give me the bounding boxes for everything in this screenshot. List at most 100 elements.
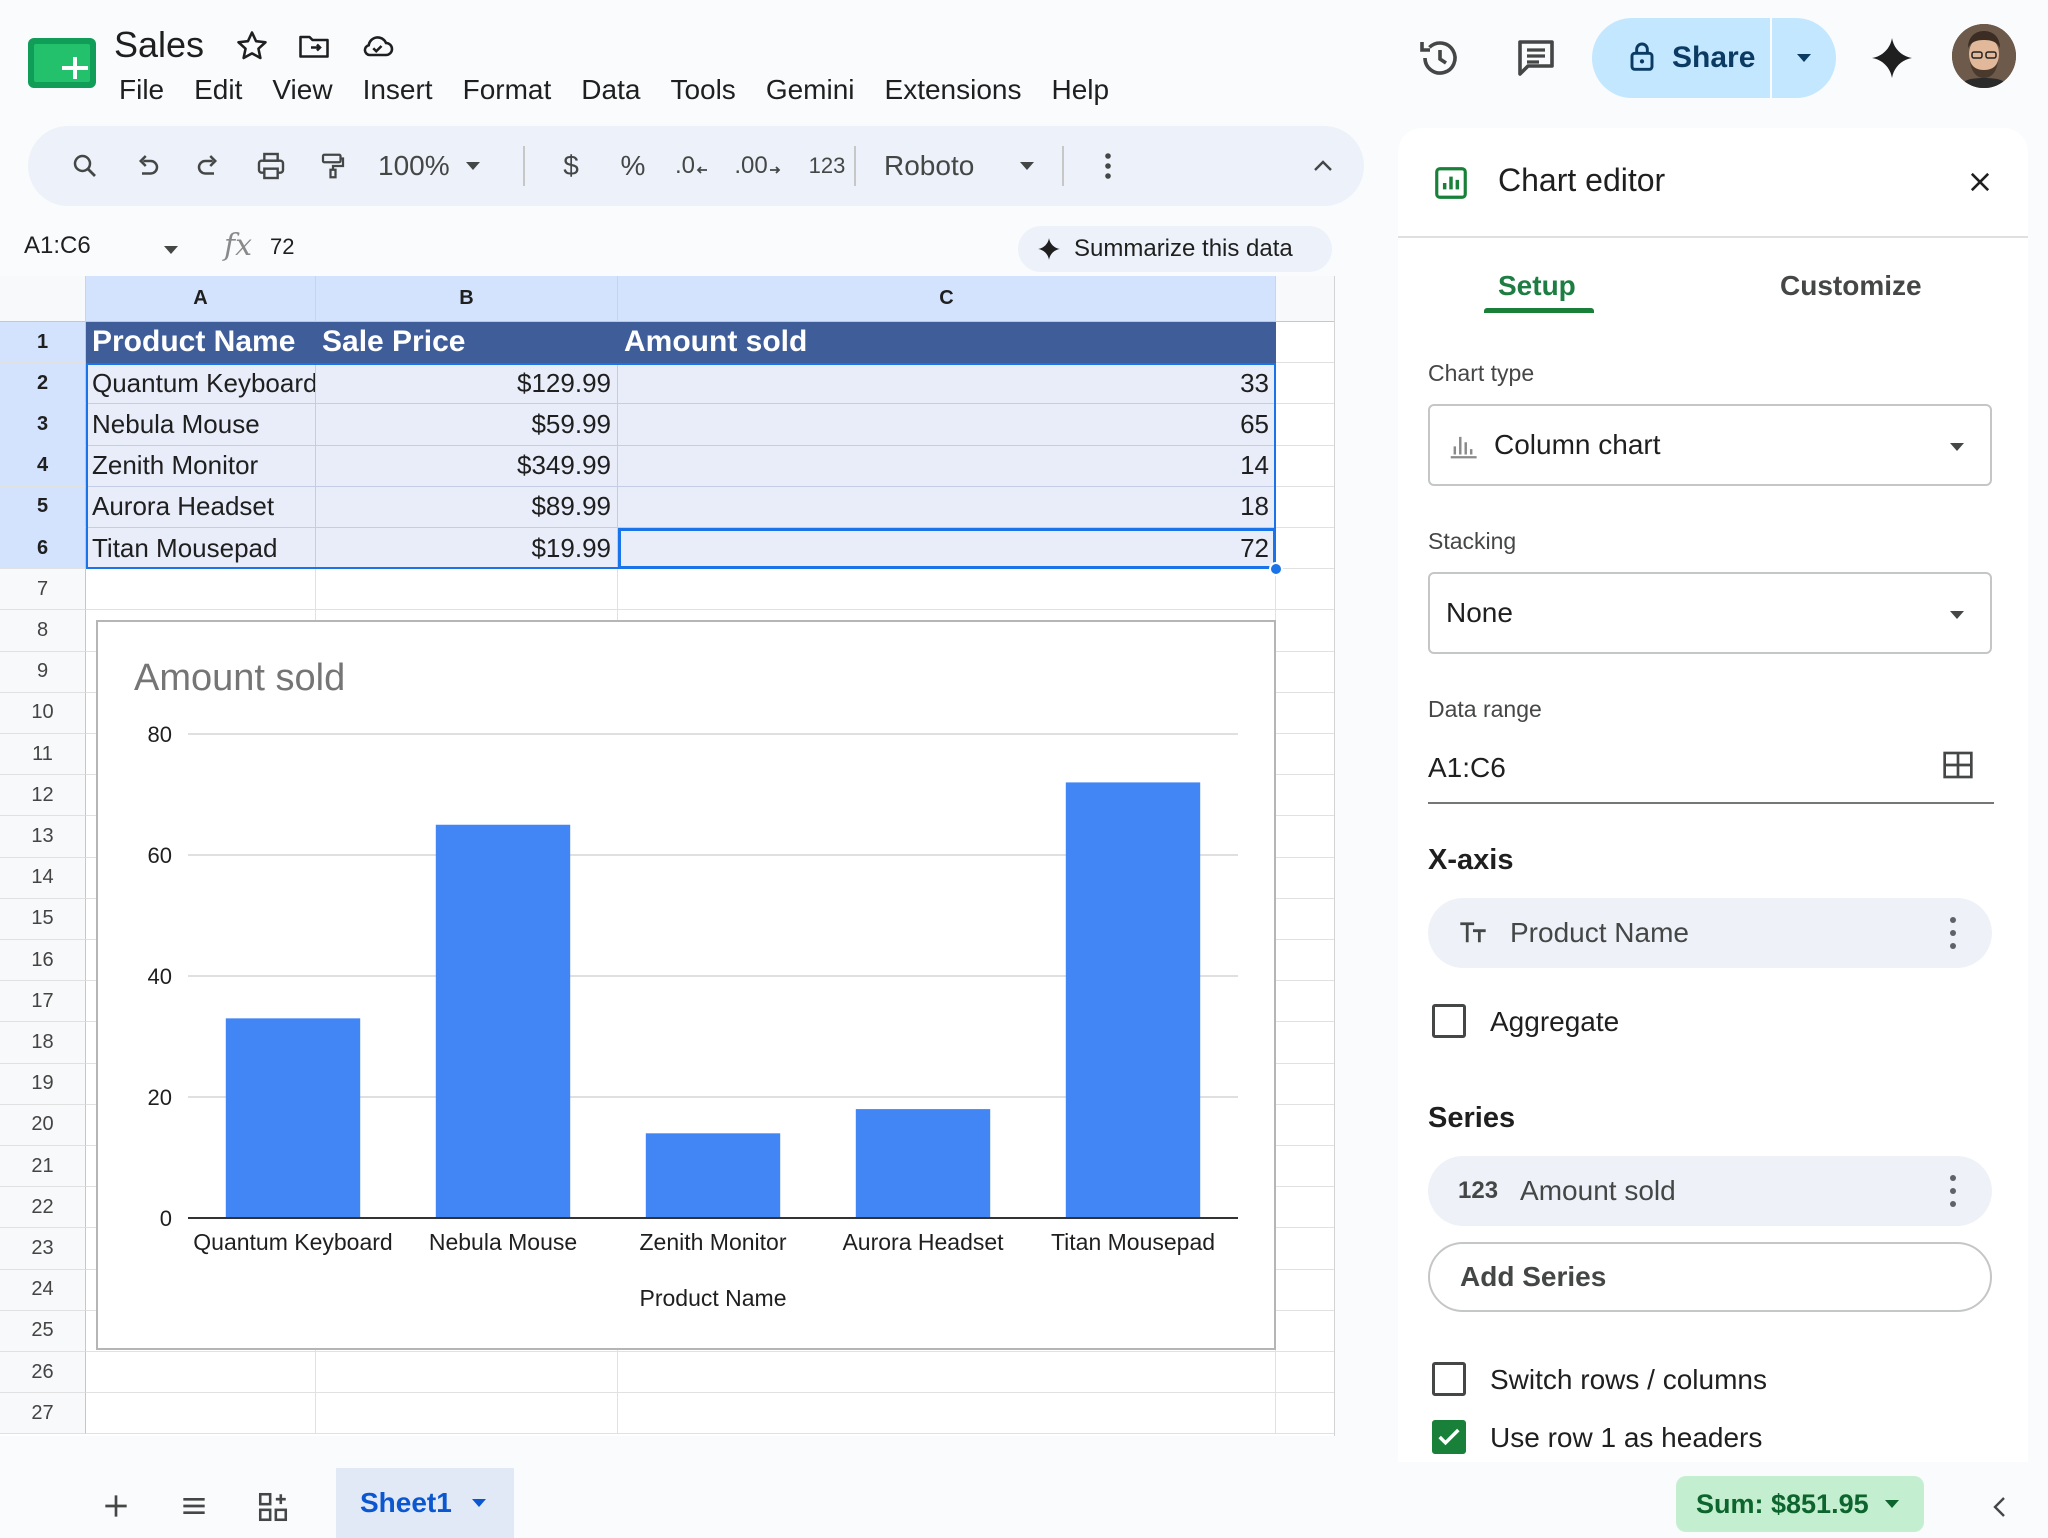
table-cell[interactable]: Nebula Mouse bbox=[86, 404, 316, 446]
row-header[interactable]: 24 bbox=[0, 1269, 86, 1311]
grid-cell[interactable] bbox=[1276, 569, 1336, 611]
row-header[interactable]: 11 bbox=[0, 734, 86, 776]
row-header[interactable]: 9 bbox=[0, 651, 86, 693]
grid-cell[interactable] bbox=[86, 569, 316, 611]
chart-type-select[interactable]: Column chart bbox=[1428, 404, 1992, 486]
grid-cell[interactable] bbox=[1276, 1146, 1336, 1188]
row-header[interactable]: 15 bbox=[0, 898, 86, 940]
grid-cell[interactable] bbox=[1276, 981, 1336, 1023]
table-cell[interactable]: 14 bbox=[618, 445, 1276, 487]
grid-cell[interactable] bbox=[1276, 1352, 1336, 1394]
select-all-corner[interactable] bbox=[0, 276, 86, 322]
grid-cell[interactable] bbox=[1276, 486, 1336, 528]
format-percent-button[interactable]: % bbox=[608, 126, 658, 206]
header-cell[interactable]: Product Name bbox=[86, 322, 316, 364]
row-header[interactable]: 22 bbox=[0, 1187, 86, 1229]
table-cell[interactable]: $89.99 bbox=[316, 486, 618, 528]
row-header[interactable]: 10 bbox=[0, 692, 86, 734]
menu-tools[interactable]: Tools bbox=[655, 70, 750, 110]
collapse-toolbar-button[interactable] bbox=[1298, 126, 1348, 206]
avatar[interactable] bbox=[1952, 24, 2016, 88]
sum-chip[interactable]: Sum: $851.95 bbox=[1676, 1476, 1924, 1532]
row-header[interactable]: 16 bbox=[0, 940, 86, 982]
name-box[interactable]: A1:C6 bbox=[24, 232, 91, 260]
grid-cell[interactable] bbox=[316, 1393, 618, 1435]
add-series-button[interactable]: Add Series bbox=[1428, 1242, 1992, 1312]
grid-cell[interactable] bbox=[1276, 1187, 1336, 1229]
column-header-b[interactable]: B bbox=[316, 276, 618, 322]
column-header-a[interactable]: A bbox=[86, 276, 316, 322]
table-cell[interactable]: Zenith Monitor bbox=[86, 445, 316, 487]
menu-edit[interactable]: Edit bbox=[179, 70, 257, 110]
row-header[interactable]: 21 bbox=[0, 1146, 86, 1188]
row-header[interactable]: 4 bbox=[0, 445, 86, 487]
row-header[interactable]: 27 bbox=[0, 1393, 86, 1435]
summarize-data-button[interactable]: Summarize this data bbox=[1018, 226, 1332, 272]
table-cell[interactable]: Quantum Keyboard bbox=[86, 363, 316, 405]
redo-button[interactable] bbox=[184, 126, 234, 206]
side-panel-toggle[interactable] bbox=[1990, 1494, 2010, 1525]
row-header[interactable]: 2 bbox=[0, 363, 86, 405]
grid-cell[interactable] bbox=[1276, 651, 1336, 693]
font-select[interactable]: Roboto bbox=[884, 126, 1044, 206]
sheet-tab[interactable]: Sheet1 bbox=[336, 1468, 514, 1538]
number-format-button[interactable]: 123 bbox=[800, 126, 854, 206]
comments-icon[interactable] bbox=[1512, 34, 1560, 82]
series-chip[interactable]: 123 Amount sold bbox=[1428, 1156, 1992, 1226]
grid-cell[interactable] bbox=[316, 569, 618, 611]
table-cell[interactable]: 18 bbox=[618, 486, 1276, 528]
row-header[interactable]: 14 bbox=[0, 857, 86, 899]
grid-cell[interactable] bbox=[1276, 404, 1336, 446]
star-icon[interactable] bbox=[234, 28, 274, 66]
explore-button[interactable] bbox=[256, 1490, 290, 1529]
row-header[interactable]: 6 bbox=[0, 528, 86, 570]
menu-format[interactable]: Format bbox=[448, 70, 567, 110]
use-headers-checkbox[interactable] bbox=[1432, 1420, 1466, 1454]
data-range-input[interactable]: A1:C6 bbox=[1428, 752, 1506, 784]
grid-cell[interactable] bbox=[1276, 1269, 1336, 1311]
row-header[interactable]: 25 bbox=[0, 1310, 86, 1352]
row-header[interactable]: 19 bbox=[0, 1063, 86, 1105]
all-sheets-button[interactable] bbox=[178, 1490, 210, 1527]
table-cell[interactable]: $129.99 bbox=[316, 363, 618, 405]
grid-cell[interactable] bbox=[1276, 692, 1336, 734]
row-header[interactable]: 1 bbox=[0, 322, 86, 364]
menu-help[interactable]: Help bbox=[1036, 70, 1124, 110]
row-header[interactable]: 13 bbox=[0, 816, 86, 858]
grid-cell[interactable] bbox=[618, 569, 1276, 611]
grid-cell[interactable] bbox=[1276, 1228, 1336, 1270]
undo-button[interactable] bbox=[122, 126, 172, 206]
grid-cell[interactable] bbox=[1276, 1393, 1336, 1435]
grid-cell[interactable] bbox=[1276, 363, 1336, 405]
menu-insert[interactable]: Insert bbox=[348, 70, 448, 110]
table-cell[interactable]: 33 bbox=[618, 363, 1276, 405]
row-header[interactable]: 18 bbox=[0, 1022, 86, 1064]
share-dropdown-button[interactable] bbox=[1772, 18, 1836, 98]
table-cell[interactable]: $59.99 bbox=[316, 404, 618, 446]
menu-extensions[interactable]: Extensions bbox=[870, 70, 1037, 110]
grid-cell[interactable] bbox=[1276, 816, 1336, 858]
header-cell[interactable]: Sale Price bbox=[316, 322, 618, 364]
grid-cell[interactable] bbox=[1276, 734, 1336, 776]
grid-cell[interactable] bbox=[1276, 1063, 1336, 1105]
row-header[interactable]: 5 bbox=[0, 486, 86, 528]
row-header[interactable]: 12 bbox=[0, 775, 86, 817]
grid-cell[interactable] bbox=[1276, 445, 1336, 487]
table-cell[interactable]: Titan Mousepad bbox=[86, 528, 316, 570]
share-button[interactable]: Share bbox=[1592, 18, 1770, 98]
tab-setup[interactable]: Setup bbox=[1498, 270, 1576, 302]
column-header-c[interactable]: C bbox=[618, 276, 1276, 322]
embedded-chart[interactable]: Amount sold 0 20 40 60 80 Quantum Keyboard Nebu… bbox=[96, 620, 1276, 1350]
row-header[interactable]: 20 bbox=[0, 1104, 86, 1146]
switch-rows-columns-checkbox[interactable] bbox=[1432, 1362, 1466, 1396]
header-cell[interactable]: Amount sold bbox=[618, 322, 1276, 364]
menu-data[interactable]: Data bbox=[566, 70, 655, 110]
grid-cell[interactable] bbox=[1276, 775, 1336, 817]
table-cell[interactable]: $19.99 bbox=[316, 528, 618, 570]
grid-cell[interactable] bbox=[86, 1393, 316, 1435]
row-header[interactable]: 26 bbox=[0, 1352, 86, 1394]
grid-cell[interactable] bbox=[1276, 322, 1336, 364]
table-cell[interactable]: 65 bbox=[618, 404, 1276, 446]
grid-cell[interactable] bbox=[1276, 857, 1336, 899]
grid-cell[interactable] bbox=[1276, 940, 1336, 982]
